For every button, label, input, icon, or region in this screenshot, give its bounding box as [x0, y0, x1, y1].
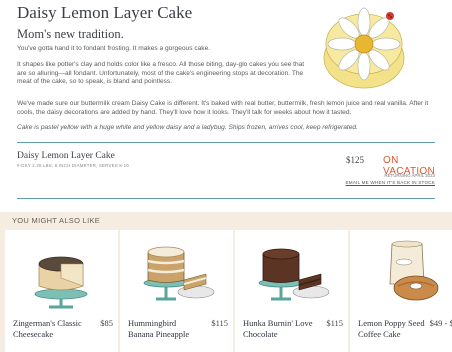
product-card-name[interactable]: Zingerman's Classic Cheesecake — [13, 318, 83, 340]
also-like-section: YOU MIGHT ALSO LIKE Zingerman's Classic … — [0, 212, 452, 352]
notify-when-back-link[interactable]: EMAIL ME WHEN IT'S BACK IN STOCK — [346, 180, 435, 185]
purchase-product-name: Daisy Lemon Layer Cake — [17, 151, 115, 161]
product-card-price: $115 — [326, 318, 343, 328]
product-description-1: You've gotta hand it to fondant frosting… — [17, 45, 211, 52]
coffee-cake-icon[interactable] — [364, 234, 449, 309]
product-card-name[interactable]: Hunka Burnin' Love Chocolate — [243, 318, 313, 340]
product-card-name[interactable]: Hummingbird Banana Pineapple — [128, 318, 198, 340]
chocolate-cake-icon[interactable] — [249, 234, 334, 309]
return-date: RETURNING APRIL 2023 — [384, 173, 435, 178]
purchase-divider-top — [17, 142, 435, 143]
product-tagline: Mom's new tradition. — [17, 27, 124, 41]
product-card[interactable]: Zingerman's Classic Cheesecake $85 — [5, 230, 118, 352]
product-card-price: $49 - $7 — [429, 318, 452, 328]
product-description-3: We've made sure our buttermilk cream Dai… — [17, 100, 429, 116]
product-card-price: $115 — [211, 318, 228, 328]
also-like-heading: YOU MIGHT ALSO LIKE — [12, 216, 101, 225]
product-card[interactable]: Hummingbird Banana Pineapple $115 — [120, 230, 233, 352]
cheesecake-icon[interactable] — [19, 234, 104, 309]
product-description-2: It shapes like potter's clay and holds c… — [17, 61, 305, 86]
product-card[interactable]: Lemon Poppy Seed Coffee Cake $49 - $7 — [350, 230, 452, 352]
purchase-spec: #-DSY 2.25 LBS, 6 INCH DIAMETER, SERVES … — [17, 163, 129, 168]
also-like-list: Zingerman's Classic Cheesecake $85 Hummi… — [5, 230, 452, 352]
purchase-price: $125 — [346, 155, 364, 165]
product-card-name[interactable]: Lemon Poppy Seed Coffee Cake — [358, 318, 428, 340]
hummingbird-cake-icon[interactable] — [134, 234, 219, 309]
purchase-divider-bottom — [17, 198, 435, 199]
product-title: Daisy Lemon Layer Cake — [17, 3, 193, 22]
product-card-price: $85 — [100, 318, 113, 328]
daisy-cake-image[interactable] — [318, 4, 410, 92]
product-card[interactable]: Hunka Burnin' Love Chocolate $115 — [235, 230, 348, 352]
product-description-4: Cake is pastel yellow with a huge white … — [17, 124, 358, 131]
